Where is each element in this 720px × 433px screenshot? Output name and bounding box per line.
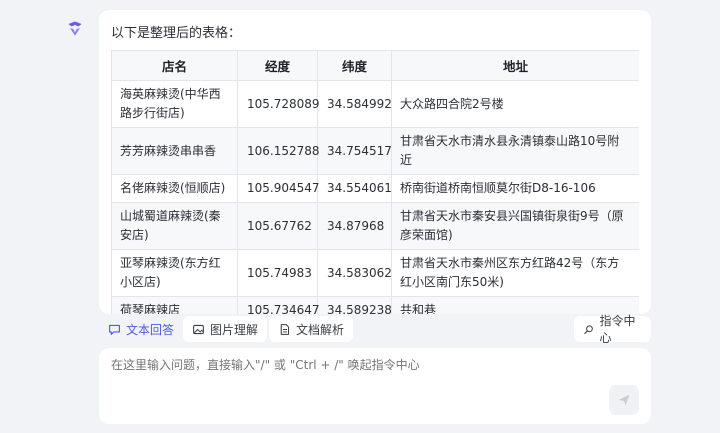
result-table-container: 店名 经度 纬度 地址 海英麻辣烫(中华西路步行街店) 105.728089 3… [111, 50, 639, 314]
cell-store-name: 荷琴麻辣店 [111, 296, 238, 314]
cell-store-name: 山城蜀道麻辣烫(秦安店) [111, 202, 238, 250]
cell-address: 甘肃省天水市秦安县兴国镇街泉街9号（原彦荣面馆) [391, 202, 639, 250]
command-center-button[interactable]: 指令中心 [574, 314, 651, 345]
chat-bubble-icon [109, 324, 120, 335]
cell-longitude: 105.728089 [237, 80, 320, 128]
cell-store-name: 海英麻辣烫(中华西路步行街店) [111, 80, 238, 128]
cell-latitude: 34.583062 [317, 249, 392, 297]
cell-address: 大众路四合院2号楼 [391, 80, 639, 128]
message-intro: 以下是整理后的表格： [111, 26, 242, 41]
command-search-icon [584, 324, 593, 334]
text-answer-label: 文本回答 [126, 322, 175, 337]
text-answer-button[interactable]: 文本回答 [99, 316, 183, 342]
cell-address: 甘肃省天水市清水县永清镇泰山路10号附近 [391, 127, 639, 175]
chat-input[interactable] [111, 358, 611, 372]
header-longitude: 经度 [237, 50, 318, 81]
chat-input-box[interactable] [99, 348, 651, 424]
table-row: 海英麻辣烫(中华西路步行街店) 105.728089 34.584992 大众路… [111, 80, 639, 128]
cell-address: 甘肃省天水市秦州区东方红路42号（东方红小区南门东50米) [391, 249, 639, 297]
cell-latitude: 34.554061 [317, 174, 392, 203]
cell-longitude: 105.74983 [237, 249, 318, 297]
header-address: 地址 [391, 50, 639, 81]
result-table: 店名 经度 纬度 地址 海英麻辣烫(中华西路步行街店) 105.728089 3… [111, 50, 639, 314]
table-header-row: 店名 经度 纬度 地址 [111, 50, 639, 81]
table-row: 荷琴麻辣店 105.734647 34.589238 共和巷 [111, 296, 639, 314]
doc-parsing-label: 文档解析 [296, 322, 345, 337]
cell-longitude: 105.904547 [237, 174, 320, 203]
header-latitude: 纬度 [317, 50, 392, 81]
cell-longitude: 105.67762 [237, 202, 318, 250]
cell-store-name: 芳芳麻辣烫串串香 [111, 127, 238, 175]
image-understanding-label: 图片理解 [210, 322, 259, 337]
assistant-message-card: 以下是整理后的表格： 店名 经度 纬度 地址 海英麻辣烫(中华西路步行街店) 1… [99, 10, 651, 314]
image-icon [193, 324, 204, 334]
send-button[interactable] [609, 385, 639, 415]
cell-longitude: 105.734647 [237, 296, 320, 314]
document-icon [280, 323, 290, 335]
table-row: 亚琴麻辣烫(东方红小区店) 105.74983 34.583062 甘肃省天水市… [111, 249, 639, 297]
image-understanding-button[interactable]: 图片理解 [183, 316, 268, 342]
cell-longitude: 106.152788 [237, 127, 320, 175]
doc-parsing-button[interactable]: 文档解析 [269, 316, 354, 342]
header-store-name: 店名 [111, 50, 238, 81]
table-row: 名佬麻辣烫(恒顺店) 105.904547 34.554061 桥南街道桥南恒顺… [111, 174, 639, 203]
send-icon [618, 394, 630, 406]
cell-address: 桥南街道桥南恒顺莫尔街D8-16-106 [391, 174, 639, 203]
cell-latitude: 34.754517 [317, 127, 392, 175]
command-center-label: 指令中心 [599, 314, 636, 345]
assistant-logo-icon [64, 18, 86, 40]
cell-latitude: 34.589238 [317, 296, 392, 314]
cell-latitude: 34.87968 [317, 202, 392, 250]
cell-store-name: 名佬麻辣烫(恒顺店) [111, 174, 238, 203]
table-row: 芳芳麻辣烫串串香 106.152788 34.754517 甘肃省天水市清水县永… [111, 127, 639, 175]
cell-store-name: 亚琴麻辣烫(东方红小区店) [111, 249, 238, 297]
tool-bar: 文本回答 图片理解 文档解析 指令中心 [99, 314, 651, 345]
table-row: 山城蜀道麻辣烫(秦安店) 105.67762 34.87968 甘肃省天水市秦安… [111, 202, 639, 250]
cell-latitude: 34.584992 [317, 80, 392, 128]
